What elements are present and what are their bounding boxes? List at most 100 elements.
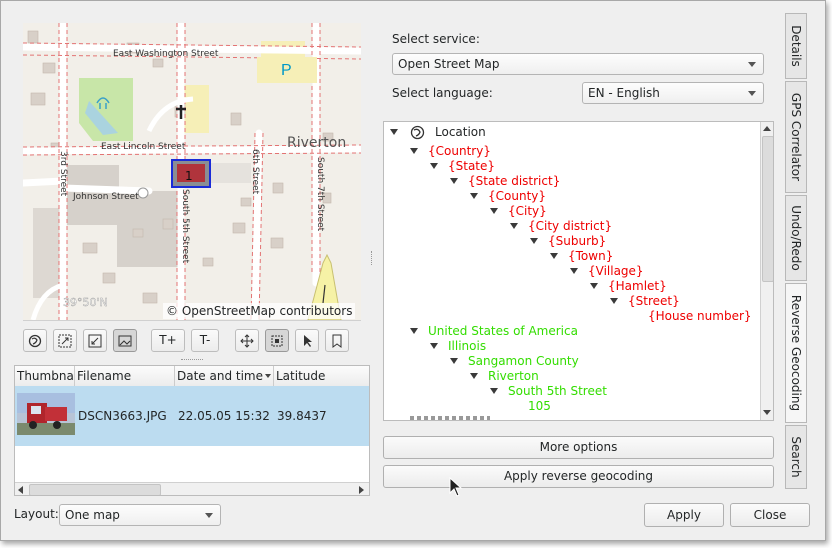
expand-arrow-icon[interactable] — [430, 163, 438, 169]
tree-root-location[interactable]: Location — [435, 125, 486, 140]
row-latitude: 39.8437 — [277, 409, 327, 423]
decrease-thumbnail-button[interactable]: T- — [191, 329, 219, 352]
tab-reverse-geocoding[interactable]: Reverse Geocoding — [785, 283, 807, 423]
map-canvas[interactable]: P East Washington Street East Lincoln St… — [23, 23, 361, 320]
expand-arrow-icon[interactable] — [550, 253, 558, 259]
layout-label: Layout: — [14, 507, 59, 521]
select-region-icon — [271, 335, 283, 347]
tree-item-street[interactable]: {Street} — [628, 294, 680, 309]
tree-item-state[interactable]: {State} — [448, 159, 495, 174]
tree-result-street[interactable]: South 5th Street — [508, 384, 607, 399]
expand-arrow-icon[interactable] — [470, 373, 478, 379]
tab-undo-redo-label: Undo/Redo — [789, 205, 803, 271]
tree-item-county[interactable]: {County} — [488, 189, 546, 204]
splitter-handle-vertical[interactable] — [371, 251, 374, 265]
layout-select-value: One map — [65, 508, 120, 522]
vertical-scrollbar[interactable] — [760, 122, 773, 420]
expand-arrow-icon[interactable] — [490, 208, 498, 214]
street-label-south-7th: South 7th Street — [315, 157, 325, 232]
zoom-to-selection-button[interactable] — [83, 329, 107, 352]
expand-arrow-icon[interactable] — [410, 148, 418, 154]
tree-result-country[interactable]: United States of America — [428, 324, 578, 339]
tab-undo-redo[interactable]: Undo/Redo — [785, 195, 807, 281]
expand-arrow-icon[interactable] — [410, 328, 418, 334]
apply-reverse-geocoding-button[interactable]: Apply reverse geocoding — [383, 465, 774, 488]
tree-item-state-district[interactable]: {State district} — [468, 174, 560, 189]
tree-item-suburb[interactable]: {Suburb} — [548, 234, 606, 249]
expand-arrow-icon[interactable] — [450, 178, 458, 184]
column-header-filename[interactable]: Filename — [77, 369, 131, 383]
bookmark-button[interactable] — [325, 329, 349, 352]
close-button[interactable]: Close — [730, 503, 810, 527]
column-header-latitude[interactable]: Latitude — [276, 369, 325, 383]
expand-arrow-icon[interactable] — [590, 283, 598, 289]
expand-arrow-icon[interactable] — [390, 129, 398, 135]
splitter-handle-horizontal[interactable] — [181, 359, 203, 363]
tree-item-country[interactable]: {Country} — [428, 144, 491, 159]
select-region-button[interactable] — [265, 329, 289, 352]
tree-result-state[interactable]: Illinois — [448, 339, 486, 354]
tree-result-house-number[interactable]: 105 — [528, 399, 551, 414]
scroll-up-icon[interactable] — [763, 126, 771, 131]
tree-item-village[interactable]: {Village} — [588, 264, 644, 279]
image-icon — [118, 335, 132, 347]
increase-thumbnail-button[interactable]: T+ — [151, 329, 185, 352]
tab-details[interactable]: Details — [785, 13, 807, 79]
tree-item-city-district[interactable]: {City district} — [528, 219, 612, 234]
scroll-down-icon[interactable] — [763, 410, 771, 415]
scroll-right-icon[interactable] — [359, 486, 364, 494]
tab-details-label: Details — [789, 25, 803, 67]
expand-arrow-icon[interactable] — [530, 238, 538, 244]
globe-icon — [28, 334, 42, 348]
place-label-riverton: Riverton — [287, 135, 346, 151]
service-select[interactable]: Open Street Map — [392, 53, 764, 75]
more-options-button[interactable]: More options — [383, 436, 774, 459]
language-select[interactable]: EN - English — [582, 82, 764, 104]
coordinates-overlay: 39°50'N — [63, 296, 108, 309]
horizontal-scrollbar[interactable] — [15, 482, 369, 495]
photo-marker[interactable]: 1 — [171, 159, 211, 188]
service-label: Select service: — [392, 32, 480, 46]
pan-mode-button[interactable] — [235, 329, 259, 352]
tab-gps-correlator[interactable]: GPS Correlator — [785, 81, 807, 193]
expand-arrow-icon[interactable] — [470, 193, 478, 199]
globe-icon — [410, 125, 425, 140]
map-view[interactable]: P East Washington Street East Lincoln St… — [23, 23, 361, 320]
globe-button[interactable] — [23, 329, 47, 352]
thumbnail-image — [17, 393, 75, 435]
zoom-selection-icon — [88, 334, 102, 348]
tree-item-city[interactable]: {City} — [508, 204, 547, 219]
tab-search[interactable]: Search — [785, 425, 807, 489]
expand-arrow-icon[interactable] — [610, 298, 618, 304]
tab-reverse-geocoding-label: Reverse Geocoding — [789, 294, 803, 412]
chevron-down-icon — [748, 62, 756, 67]
horizontal-scroll-thumb[interactable] — [29, 484, 161, 495]
tree-result-city[interactable]: Riverton — [488, 369, 539, 384]
location-tree[interactable]: Location {Country} {State} {State distri… — [383, 121, 774, 421]
layout-select[interactable]: One map — [59, 504, 221, 526]
expand-arrow-icon[interactable] — [450, 358, 458, 364]
tab-gps-correlator-label: GPS Correlator — [789, 92, 803, 182]
column-header-datetime[interactable]: Date and time — [177, 369, 263, 383]
expand-arrow-icon[interactable] — [430, 343, 438, 349]
tree-item-hamlet[interactable]: {Hamlet} — [608, 279, 667, 294]
tree-item-house-number[interactable]: {House number} — [648, 309, 752, 324]
table-row[interactable]: DSCN3663.JPG 22.05.05 15:32 39.8437 — [15, 386, 369, 446]
expand-arrow-icon[interactable] — [490, 388, 498, 394]
map-attribution: © OpenStreetMap contributors — [163, 303, 356, 319]
zoom-to-fit-button[interactable] — [53, 329, 77, 352]
vertical-scroll-thumb[interactable] — [762, 136, 773, 282]
expand-arrow-icon[interactable] — [570, 268, 578, 274]
expand-arrow-icon[interactable] — [510, 223, 518, 229]
marker-count: 1 — [185, 169, 193, 183]
apply-button[interactable]: Apply — [644, 503, 724, 527]
column-header-thumbnail[interactable]: Thumbna — [17, 369, 74, 383]
chevron-down-icon — [748, 91, 756, 96]
tree-result-county[interactable]: Sangamon County — [468, 354, 579, 369]
street-label-south-5th: South 5th Street — [180, 189, 190, 264]
scroll-left-icon[interactable] — [18, 486, 23, 494]
parking-label: P — [281, 62, 292, 79]
pointer-mode-button[interactable] — [295, 329, 319, 352]
show-thumbnails-button[interactable] — [113, 329, 137, 352]
tree-item-town[interactable]: {Town} — [568, 249, 613, 264]
